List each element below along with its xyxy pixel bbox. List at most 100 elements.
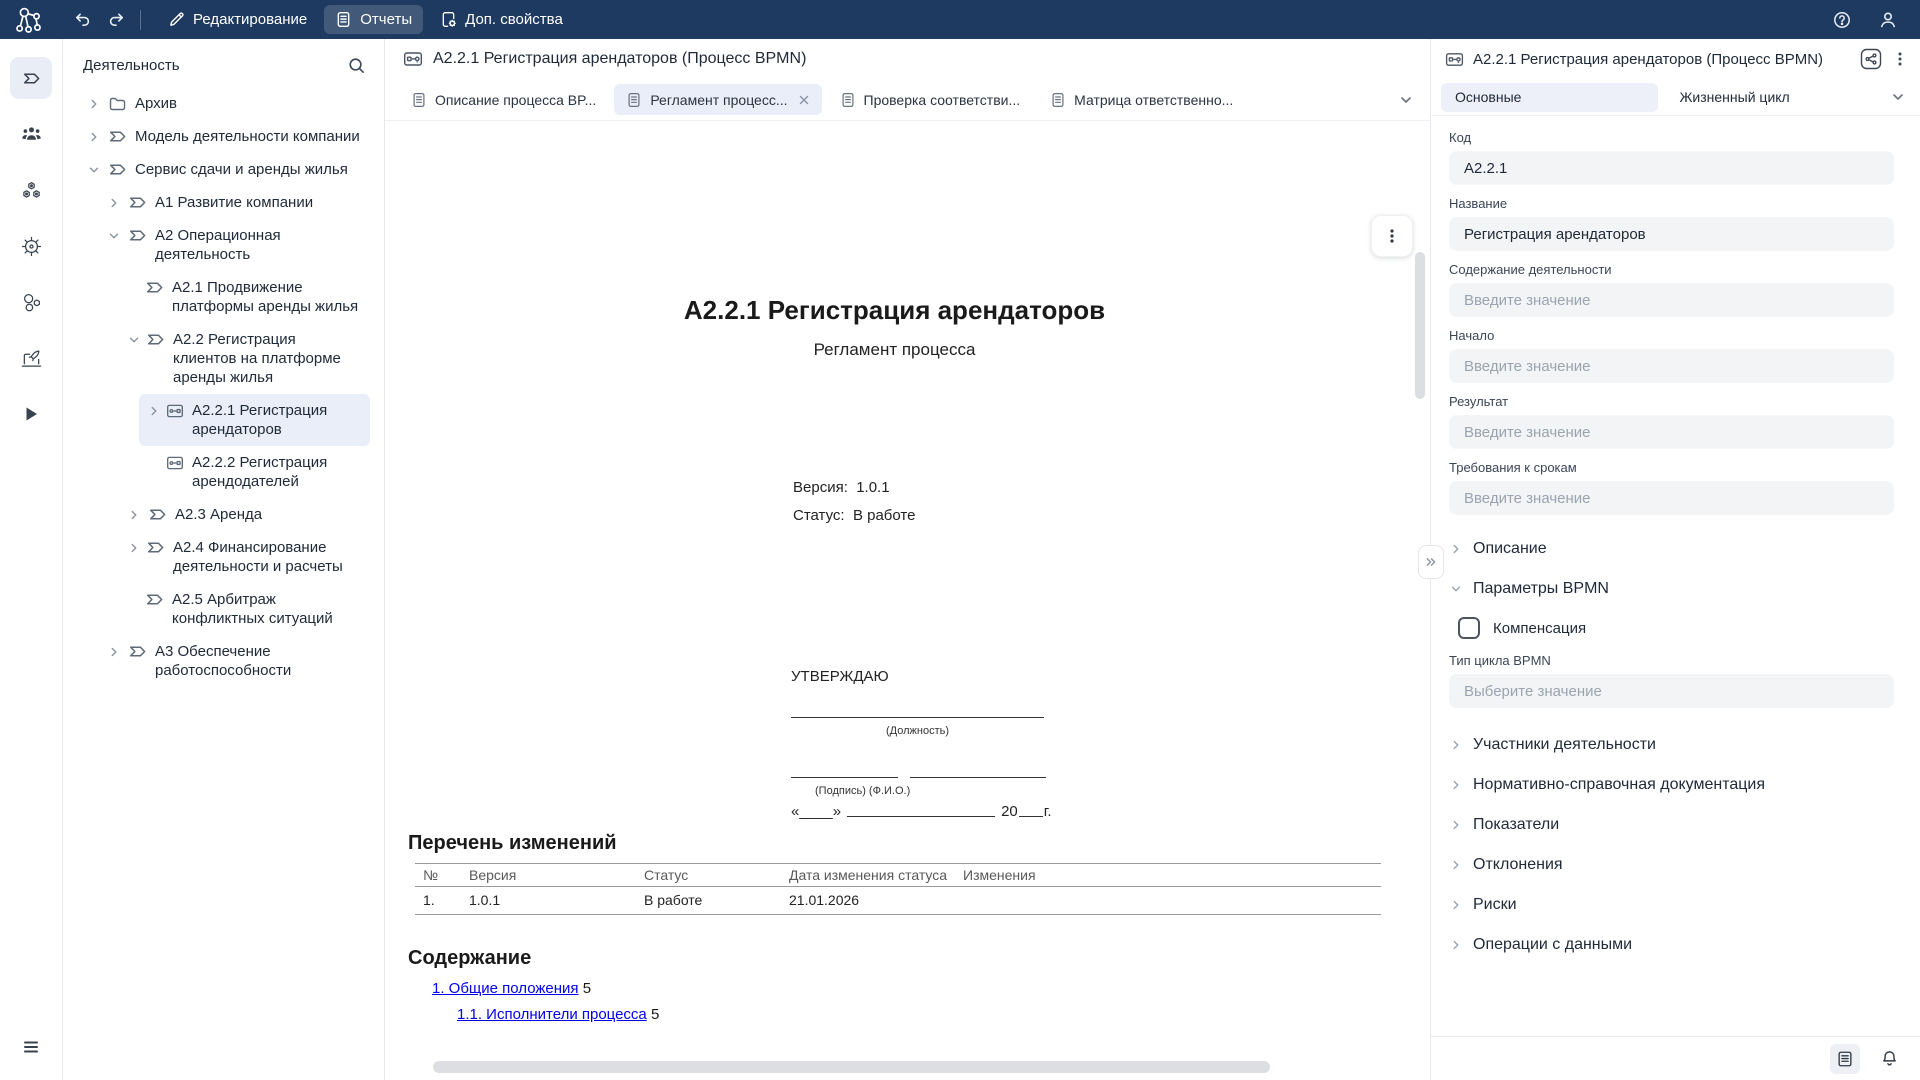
compensation-checkbox-row[interactable]: Компенсация — [1458, 617, 1894, 639]
topbar-item-reports[interactable]: Отчеты — [324, 5, 423, 34]
section-indicators[interactable]: Показатели — [1449, 805, 1894, 845]
section-description[interactable]: Описание — [1449, 529, 1894, 569]
user-button[interactable] — [1874, 6, 1902, 34]
rail-item-run[interactable] — [10, 393, 52, 435]
panel-tab-inactive[interactable]: Жизненный цикл — [1666, 83, 1883, 112]
field-input[interactable]: Введите значение — [1449, 349, 1894, 383]
panel-tab-active[interactable]: Основные — [1441, 83, 1658, 112]
hamburger-icon — [22, 1038, 40, 1056]
open-diagram-button[interactable] — [1859, 47, 1883, 71]
bell-icon — [1880, 1049, 1899, 1068]
help-button[interactable] — [1828, 6, 1856, 34]
changes-title: Перечень изменений — [408, 832, 1381, 855]
document-tab[interactable]: Матрица ответственно... — [1038, 84, 1245, 115]
section-deviations[interactable]: Отклонения — [1449, 845, 1894, 885]
tree-item[interactable]: А3 Обеспечение работоспособности — [99, 635, 370, 687]
section-data-ops[interactable]: Операции с данными — [1449, 925, 1894, 965]
chevron-right-icon[interactable] — [107, 193, 123, 212]
journal-icon — [1836, 1050, 1854, 1068]
chevron-down-icon[interactable] — [127, 330, 141, 349]
field-input[interactable]: Введите значение — [1449, 415, 1894, 449]
tab-label: Регламент процесс... — [650, 92, 787, 108]
redo-button[interactable] — [102, 6, 130, 34]
document-menu-button[interactable] — [1371, 215, 1413, 257]
field-input[interactable]: Введите значение — [1449, 481, 1894, 515]
field-input[interactable]: А2.2.1 — [1449, 151, 1894, 185]
collapse-panel-button[interactable] — [1418, 545, 1444, 579]
chevron-right-icon[interactable] — [87, 94, 103, 113]
tree-item[interactable]: А2 Операционная деятельность — [99, 219, 370, 271]
close-icon[interactable] — [798, 94, 810, 106]
chevron-right-icon[interactable] — [127, 538, 141, 557]
journal-button[interactable] — [1830, 1044, 1860, 1074]
rail-menu-button[interactable] — [10, 1026, 52, 1068]
chevron-down-icon[interactable] — [87, 160, 103, 179]
chevron-right-icon[interactable] — [107, 642, 123, 661]
rail-item-objects[interactable] — [10, 169, 52, 211]
chevron-down-icon[interactable] — [107, 226, 123, 245]
section-participants[interactable]: Участники деятельности — [1449, 725, 1894, 765]
document-tab[interactable]: Описание процесса BP... — [399, 84, 608, 115]
chevron-right-icon[interactable] — [147, 401, 161, 420]
section-bpmn[interactable]: Параметры BPMN — [1449, 569, 1894, 609]
table-cell — [955, 887, 1381, 915]
document-viewer: А2.2.1 Регистрация арендаторов Регламент… — [385, 121, 1430, 1080]
field-label: Название — [1449, 196, 1894, 211]
tree-item[interactable]: А2.5 Арбитраж конфликтных ситуаций — [119, 583, 370, 635]
tree-item[interactable]: А2.3 Аренда — [119, 498, 370, 531]
tabs-overflow-chevron-icon[interactable] — [1398, 92, 1414, 108]
double-chevron-right-icon — [1423, 554, 1439, 570]
tree-item-label: А2.1 Продвижение платформы аренды жилья — [172, 278, 362, 316]
search-icon[interactable] — [347, 56, 366, 75]
rail-item-management[interactable] — [10, 225, 52, 267]
bpmn-process-icon — [403, 49, 423, 69]
rail-item-processes[interactable] — [10, 57, 52, 99]
rail-item-entities[interactable] — [10, 281, 52, 323]
toc-link[interactable]: 1.1. Исполнители процесса — [457, 1006, 647, 1023]
panel-tab-strip: Основные Жизненный цикл — [1431, 79, 1920, 116]
checkbox-icon[interactable] — [1458, 617, 1480, 639]
section-risks[interactable]: Риски — [1449, 885, 1894, 925]
rail-item-launch[interactable] — [10, 337, 52, 379]
tree-item[interactable]: А2.1 Продвижение платформы аренды жилья — [119, 271, 370, 323]
toc-link[interactable]: 1. Общие положения — [432, 980, 579, 997]
topbar-item-props[interactable]: Доп. свойства — [429, 5, 574, 34]
section-label: Участники деятельности — [1473, 736, 1656, 754]
vertical-scrollbar[interactable] — [1415, 252, 1425, 399]
tree-item[interactable]: А2.2.2 Регистрация арендодателей — [139, 446, 370, 498]
chevron-right-icon[interactable] — [87, 127, 103, 146]
tree-item[interactable]: Архив — [79, 87, 370, 120]
app-logo-icon[interactable] — [12, 3, 46, 37]
bpmn-cycle-select[interactable]: Выберите значение — [1449, 674, 1894, 708]
field-input[interactable]: Регистрация арендаторов — [1449, 217, 1894, 251]
tree-list: Архив Модель деятельности компании Сервис … — [63, 83, 384, 687]
section-norm-docs[interactable]: Нормативно-справочная документация — [1449, 765, 1894, 805]
field-label: Результат — [1449, 394, 1894, 409]
horizontal-scrollbar[interactable] — [433, 1061, 1270, 1073]
tree-item-label: Модель деятельности компании — [135, 127, 360, 146]
field-input[interactable]: Введите значение — [1449, 283, 1894, 317]
kebab-icon — [1384, 228, 1400, 244]
topbar-item-edit[interactable]: Редактирование — [157, 5, 318, 34]
tree-panel-title: Деятельность — [83, 57, 180, 74]
tree-item[interactable]: А1 Развитие компании — [99, 186, 370, 219]
rocket-icon — [21, 348, 42, 369]
document-tab[interactable]: Регламент процесс... — [614, 84, 821, 115]
process-icon — [145, 278, 164, 297]
process-icon — [108, 160, 127, 179]
tree-item[interactable]: Модель деятельности компании — [79, 120, 370, 153]
document-icon — [411, 92, 427, 108]
document-title: А2.2.1 Регистрация арендаторов — [408, 295, 1381, 326]
rail-item-org-people[interactable] — [10, 113, 52, 155]
chevron-right-icon[interactable] — [127, 505, 143, 524]
panel-menu-button[interactable] — [1892, 51, 1908, 67]
tree-item[interactable]: А2.2.1 Регистрация арендаторов — [139, 394, 370, 446]
document-tab[interactable]: Проверка соответстви... — [828, 84, 1033, 115]
tree-item[interactable]: А2.2 Регистрация клиентов на платформе а… — [119, 323, 370, 394]
tree-item[interactable]: Сервис сдачи и аренды жилья — [79, 153, 370, 186]
notifications-button[interactable] — [1874, 1044, 1904, 1074]
tree-item[interactable]: А2.4 Финансирование деятельности и расче… — [119, 531, 370, 583]
undo-button[interactable] — [68, 6, 96, 34]
panel-tabs-chevron-icon[interactable] — [1890, 89, 1906, 105]
document-page: А2.2.1 Регистрация арендаторов Регламент… — [385, 295, 1381, 1023]
